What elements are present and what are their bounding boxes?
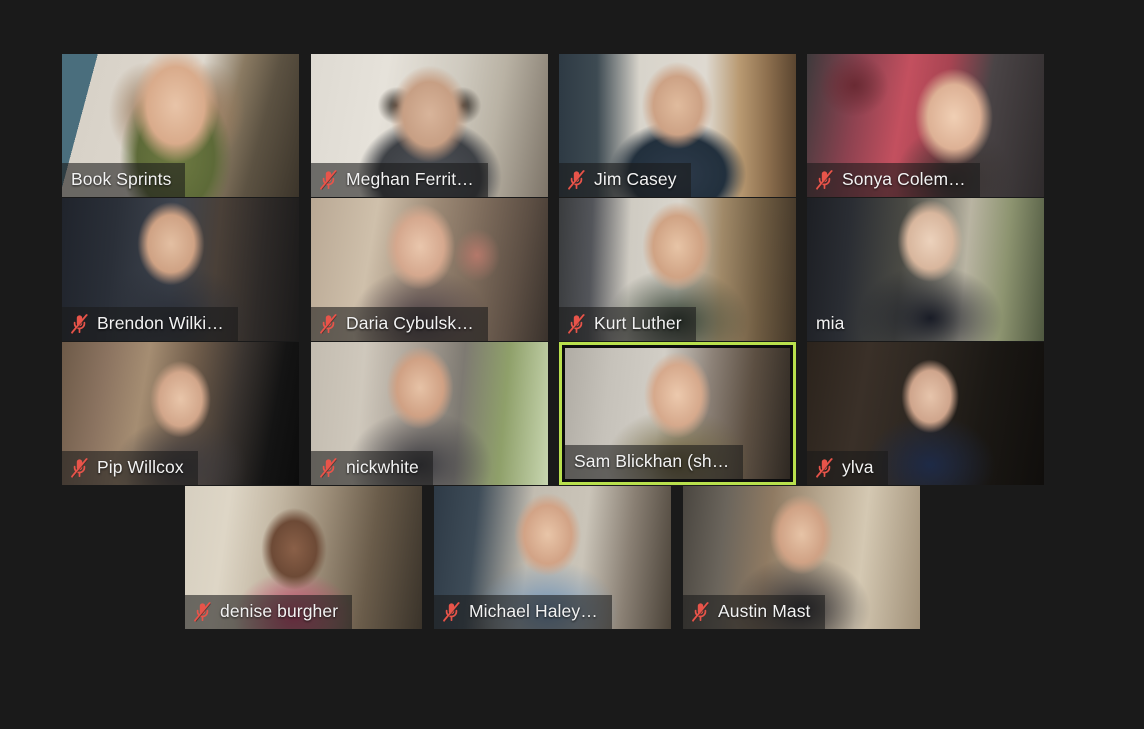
participant-name-label: denise burgher <box>220 601 339 622</box>
participant-tile[interactable]: Daria Cybulsk… <box>311 198 548 341</box>
participant-tile[interactable]: Meghan Ferrit… <box>311 54 548 197</box>
mic-muted-icon <box>320 458 337 478</box>
participant-tile[interactable]: Austin Mast <box>683 486 920 629</box>
participant-name-label: Sam Blickhan (sh… <box>574 451 730 472</box>
participant-name-bar: nickwhite <box>311 451 433 485</box>
participant-name-bar: Pip Willcox <box>62 451 198 485</box>
mic-muted-icon <box>71 458 88 478</box>
mic-muted-icon <box>568 314 585 334</box>
participant-tile[interactable]: denise burgher <box>185 486 422 629</box>
mic-muted-icon <box>816 170 833 190</box>
participant-name-bar: mia <box>807 307 859 341</box>
participant-name-label: Pip Willcox <box>97 457 184 478</box>
participant-tile[interactable]: Sonya Colem… <box>807 54 1044 197</box>
participant-tile[interactable]: Pip Willcox <box>62 342 299 485</box>
video-conference-gallery: Book Sprints Meghan Ferrit… Jim Casey Sonya… <box>0 0 1144 729</box>
participant-name-bar: Austin Mast <box>683 595 825 629</box>
participant-name-bar: Daria Cybulsk… <box>311 307 488 341</box>
participant-name-bar: Meghan Ferrit… <box>311 163 488 197</box>
participant-name-label: Daria Cybulsk… <box>346 313 474 334</box>
mic-muted-icon <box>443 602 460 622</box>
participant-name-label: Brendon Wilki… <box>97 313 224 334</box>
participant-name-bar: Kurt Luther <box>559 307 696 341</box>
participant-tile[interactable]: nickwhite <box>311 342 548 485</box>
participant-name-label: Jim Casey <box>594 169 677 190</box>
participant-tile[interactable]: Brendon Wilki… <box>62 198 299 341</box>
participant-tile[interactable]: Book Sprints <box>62 54 299 197</box>
participant-name-bar: ylva <box>807 451 888 485</box>
participant-name-label: Austin Mast <box>718 601 811 622</box>
participant-tile[interactable]: Sam Blickhan (sh… <box>559 342 796 485</box>
participant-name-label: ylva <box>842 457 874 478</box>
participant-name-bar: Michael Haley… <box>434 595 612 629</box>
participant-name-label: Sonya Colem… <box>842 169 966 190</box>
participant-name-bar: Sonya Colem… <box>807 163 980 197</box>
participant-name-label: nickwhite <box>346 457 419 478</box>
mic-muted-icon <box>71 314 88 334</box>
mic-muted-icon <box>568 170 585 190</box>
mic-muted-icon <box>692 602 709 622</box>
participant-name-bar: Brendon Wilki… <box>62 307 238 341</box>
mic-muted-icon <box>320 170 337 190</box>
participant-name-label: Michael Haley… <box>469 601 598 622</box>
participant-name-label: Book Sprints <box>71 169 172 190</box>
mic-muted-icon <box>816 458 833 478</box>
mic-muted-icon <box>194 602 211 622</box>
participant-tile[interactable]: mia <box>807 198 1044 341</box>
participant-tile[interactable]: Michael Haley… <box>434 486 671 629</box>
participant-tile[interactable]: Kurt Luther <box>559 198 796 341</box>
participant-name-bar: denise burgher <box>185 595 353 629</box>
participant-name-bar: Book Sprints <box>62 163 186 197</box>
participant-name-label: Meghan Ferrit… <box>346 169 474 190</box>
participant-tile[interactable]: ylva <box>807 342 1044 485</box>
participant-name-bar: Jim Casey <box>559 163 691 197</box>
participant-name-bar: Sam Blickhan (sh… <box>565 445 744 479</box>
participant-name-label: Kurt Luther <box>594 313 682 334</box>
mic-muted-icon <box>320 314 337 334</box>
participant-tile[interactable]: Jim Casey <box>559 54 796 197</box>
participant-name-label: mia <box>816 313 845 334</box>
